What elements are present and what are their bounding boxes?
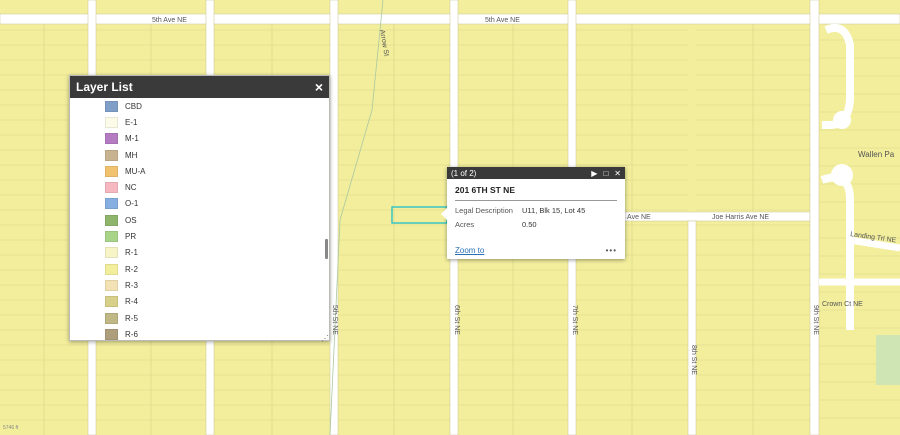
legend-item-m-1: M-1 — [70, 131, 323, 147]
legend-item-os: OS — [70, 212, 323, 228]
legend-swatch — [105, 279, 118, 291]
legend-swatch — [105, 165, 118, 177]
maximize-icon[interactable]: □ — [603, 169, 608, 178]
park-area — [876, 335, 900, 385]
legend-swatch — [105, 149, 118, 161]
street-label-joe-harris-left: s Ave NE — [622, 214, 651, 221]
legend-swatch — [105, 247, 118, 259]
street-label-wallen-park: Wallen Pa — [858, 150, 895, 159]
close-icon[interactable]: ✕ — [614, 169, 621, 178]
street-label-8th-st: 8th St NE — [690, 345, 697, 375]
legend-label: NC — [125, 183, 137, 193]
legend-swatch — [105, 198, 118, 210]
legend-item-r-3: R-3 — [70, 277, 323, 293]
street-label-7th-st: 7th St NE — [571, 305, 578, 335]
popup-counter: (1 of 2) — [451, 168, 477, 178]
legend-item-r-1: R-1 — [70, 245, 323, 261]
popup-footer: Zoom to ••• — [455, 246, 617, 255]
street-label-joe-harris-right: Joe Harris Ave NE — [712, 214, 769, 221]
field-value: 0.50 — [522, 220, 537, 229]
legend-item-cbd: CBD — [70, 98, 323, 114]
legend-item-r-6: R-6 — [70, 326, 323, 340]
legend-label: CBD — [125, 101, 142, 111]
legend-swatch — [105, 231, 118, 243]
legend-label: MH — [125, 150, 138, 160]
legend-swatch — [105, 296, 118, 308]
more-actions-icon[interactable]: ••• — [606, 246, 617, 255]
legend-swatch — [105, 328, 118, 340]
legend-item-r-2: R-2 — [70, 261, 323, 277]
legend-label: R-6 — [125, 329, 138, 339]
legend-item-o-1: O-1 — [70, 196, 323, 212]
popup-header: (1 of 2) ▶ □ ✕ — [447, 167, 625, 179]
street-label-crown-ct: Crown Ct NE — [822, 301, 863, 308]
legend-swatch — [105, 214, 118, 226]
street-label-5th-ave-left: 5th Ave NE — [152, 17, 187, 24]
field-value: U11, Blk 15, Lot 45 — [522, 206, 586, 215]
popup-title: 201 6TH ST NE — [455, 185, 617, 201]
legend-swatch — [105, 263, 118, 275]
field-key: Acres — [455, 220, 475, 229]
layer-list-panel: Layer List × CBD E-1 M-1 MH MU-A NC O-1 OS PR R-1… — [69, 75, 330, 343]
street-label-6th-st: 6th St NE — [453, 305, 460, 335]
legend-swatch — [105, 182, 118, 194]
legend-item-r-4: R-4 — [70, 294, 323, 310]
legend-swatch — [105, 133, 118, 145]
scrollbar-thumb[interactable] — [325, 239, 328, 259]
legend-item-r-5: R-5 — [70, 310, 323, 326]
popup-field-row: Acres 0.50 — [455, 220, 617, 229]
legend-label: O-1 — [125, 199, 139, 209]
layer-list-title: Layer List — [76, 80, 133, 94]
street-label-5th-ave-right: 5th Ave NE — [485, 17, 520, 24]
field-key: Legal Description — [455, 206, 513, 215]
legend-swatch — [105, 116, 118, 128]
legend-label: R-4 — [125, 297, 138, 307]
resize-handle-icon[interactable]: ⋰ — [321, 334, 329, 343]
legend-item-mu-a: MU-A — [70, 163, 323, 179]
legend-item-e-1: E-1 — [70, 114, 323, 130]
street-label-9th-st: 9th St NE — [812, 305, 819, 335]
popup-field-row: Legal Description U11, Blk 15, Lot 45 — [455, 206, 617, 215]
layer-list-scrollbar[interactable] — [324, 100, 328, 338]
legend-label: OS — [125, 215, 137, 225]
layer-list-header: Layer List × — [70, 76, 329, 98]
next-feature-icon[interactable]: ▶ — [591, 169, 597, 178]
legend-label: R-3 — [125, 280, 138, 290]
legend-label: R-2 — [125, 264, 138, 274]
scale-text: 5746 ft — [3, 425, 19, 431]
legend-label: E-1 — [125, 117, 138, 127]
legend-label: R-1 — [125, 248, 138, 258]
legend-label: PR — [125, 232, 137, 242]
legend-list: CBD E-1 M-1 MH MU-A NC O-1 OS PR R-1 R-2 R-3 R-4 R-5 R… — [70, 98, 323, 340]
legend-label: M-1 — [125, 134, 139, 144]
legend-item-mh: MH — [70, 147, 323, 163]
legend-swatch — [105, 100, 118, 112]
legend-swatch — [105, 312, 118, 324]
legend-item-nc: NC — [70, 179, 323, 195]
popup-pointer — [441, 207, 448, 221]
close-icon[interactable]: × — [315, 79, 323, 95]
legend-label: MU-A — [125, 166, 146, 176]
street-label-5th-st: 5th St NE — [331, 305, 338, 335]
zoom-to-link[interactable]: Zoom to — [455, 246, 484, 255]
legend-item-pr: PR — [70, 228, 323, 244]
legend-label: R-5 — [125, 313, 138, 323]
feature-popup: (1 of 2) ▶ □ ✕ 201 6TH ST NE Legal Descr… — [441, 167, 625, 259]
